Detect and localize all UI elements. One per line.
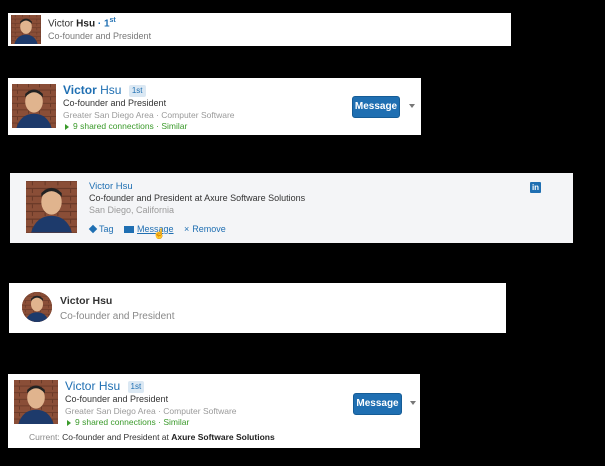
profile-card-with-current: Victor Hsu 1st Co-founder and President … <box>8 374 420 448</box>
profile-headline: Co-founder and President at Axure Softwa… <box>89 193 306 203</box>
message-button[interactable]: Message <box>353 393 402 415</box>
current-label: Current: <box>29 432 60 442</box>
linkedin-icon[interactable]: in <box>530 182 541 193</box>
message-button[interactable]: Message <box>352 96 400 118</box>
envelope-icon <box>124 226 134 234</box>
profile-location: San Diego, California <box>89 205 175 215</box>
connection-degree-suffix: st <box>109 17 116 24</box>
degree-badge: 1st <box>128 84 146 97</box>
shared-connections-text: 9 shared connections · Similar <box>75 417 190 427</box>
current-text: Co-founder and President at <box>62 432 172 442</box>
last-name: Hsu <box>100 83 122 97</box>
avatar-photo-icon <box>22 292 52 322</box>
first-name: Victor <box>65 379 96 393</box>
avatar-photo-icon <box>26 181 77 233</box>
remove-action[interactable]: × Remove <box>184 224 226 234</box>
tag-icon <box>88 224 98 234</box>
profile-title: Co-founder and President <box>65 394 169 404</box>
avatar[interactable] <box>22 292 52 322</box>
current-position: Current: Co-founder and President at Axu… <box>29 432 275 442</box>
profile-card-compact: Victor Hsu · 1st Co-founder and Presiden… <box>8 13 511 46</box>
profile-name[interactable]: Victor Hsu · 1st <box>48 17 116 29</box>
profile-name[interactable]: Victor Hsu <box>89 181 133 192</box>
profile-card-connection-actions: Victor Hsu Co-founder and President at A… <box>10 173 573 243</box>
profile-title: Co-founder and President <box>60 311 175 322</box>
last-name: Hsu <box>98 379 121 393</box>
profile-name[interactable]: Victor Hsu 1st <box>63 83 146 97</box>
profile-name[interactable]: Victor Hsu <box>60 295 112 307</box>
profile-name[interactable]: Victor Hsu 1st <box>65 379 145 393</box>
profile-card-minimal: Victor Hsu Co-founder and President <box>9 283 506 333</box>
profile-title: Co-founder and President <box>63 98 167 108</box>
degree-badge: 1st <box>127 380 145 393</box>
first-name: Victor <box>63 83 97 97</box>
tag-action[interactable]: Tag <box>88 224 114 234</box>
chevron-down-icon[interactable] <box>410 401 416 405</box>
avatar-photo-icon <box>12 84 56 128</box>
last-name: Hsu <box>76 18 96 30</box>
profile-card-with-connections: Victor Hsu 1st Co-founder and President … <box>8 78 421 135</box>
location-industry: Greater San Diego Area · Computer Softwa… <box>63 110 235 120</box>
chevron-down-icon[interactable] <box>409 104 415 108</box>
remove-label: Remove <box>192 224 226 234</box>
avatar[interactable] <box>11 15 41 44</box>
shared-connections-text: 9 shared connections · Similar <box>73 121 188 131</box>
shared-connections-link[interactable]: 9 shared connections · Similar <box>65 121 187 131</box>
avatar-photo-icon <box>14 380 58 424</box>
close-icon: × <box>184 224 190 234</box>
avatar[interactable] <box>26 181 77 233</box>
avatar-photo-icon <box>11 15 41 44</box>
connection-degree: · 1 <box>95 18 110 30</box>
tag-label: Tag <box>99 224 114 234</box>
current-company-link[interactable]: Axure Software Solutions <box>171 432 274 442</box>
hand-cursor-icon: ☝ <box>153 229 166 240</box>
location-industry: Greater San Diego Area · Computer Softwa… <box>65 406 237 416</box>
message-action[interactable]: Message <box>124 224 174 234</box>
first-name: Victor <box>48 18 74 30</box>
expand-arrow-icon <box>65 123 69 130</box>
expand-arrow-icon <box>67 419 71 426</box>
avatar[interactable] <box>12 84 56 128</box>
shared-connections-link[interactable]: 9 shared connections · Similar <box>67 417 189 427</box>
avatar[interactable] <box>14 380 58 424</box>
profile-title: Co-founder and President <box>48 31 152 41</box>
